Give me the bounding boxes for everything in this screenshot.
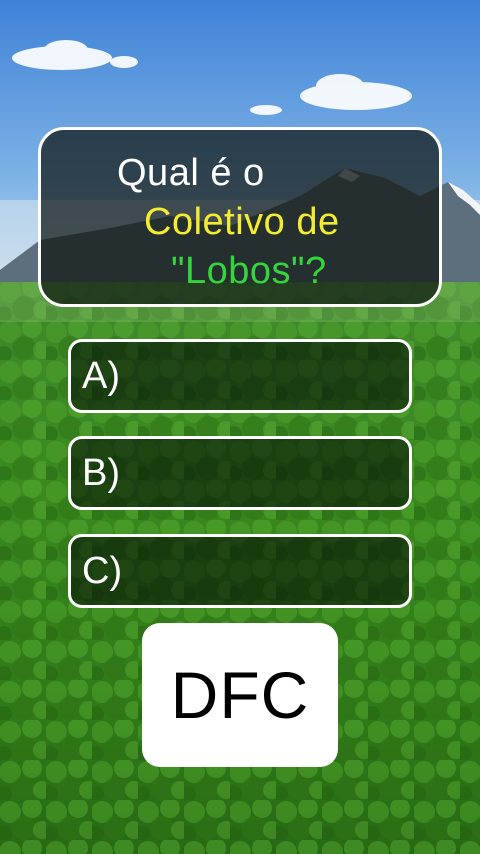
option-c-button[interactable]: C)	[68, 534, 412, 608]
question-line-3: "Lobos"?	[171, 250, 327, 292]
quiz-screen: Qual é o Coletivo de "Lobos"? A) B) C) D…	[0, 0, 480, 854]
option-a-button[interactable]: A)	[68, 339, 412, 413]
logo-text: DFC	[170, 658, 310, 732]
option-b-button[interactable]: B)	[68, 436, 412, 510]
option-c-label: C)	[82, 550, 123, 592]
question-card: Qual é o Coletivo de "Lobos"?	[38, 127, 442, 307]
question-line-1: Qual é o	[117, 152, 265, 194]
logo-badge: DFC	[142, 623, 338, 767]
question-line-2: Coletivo de	[144, 201, 340, 243]
option-b-label: B)	[82, 452, 120, 494]
option-a-label: A)	[82, 355, 120, 397]
